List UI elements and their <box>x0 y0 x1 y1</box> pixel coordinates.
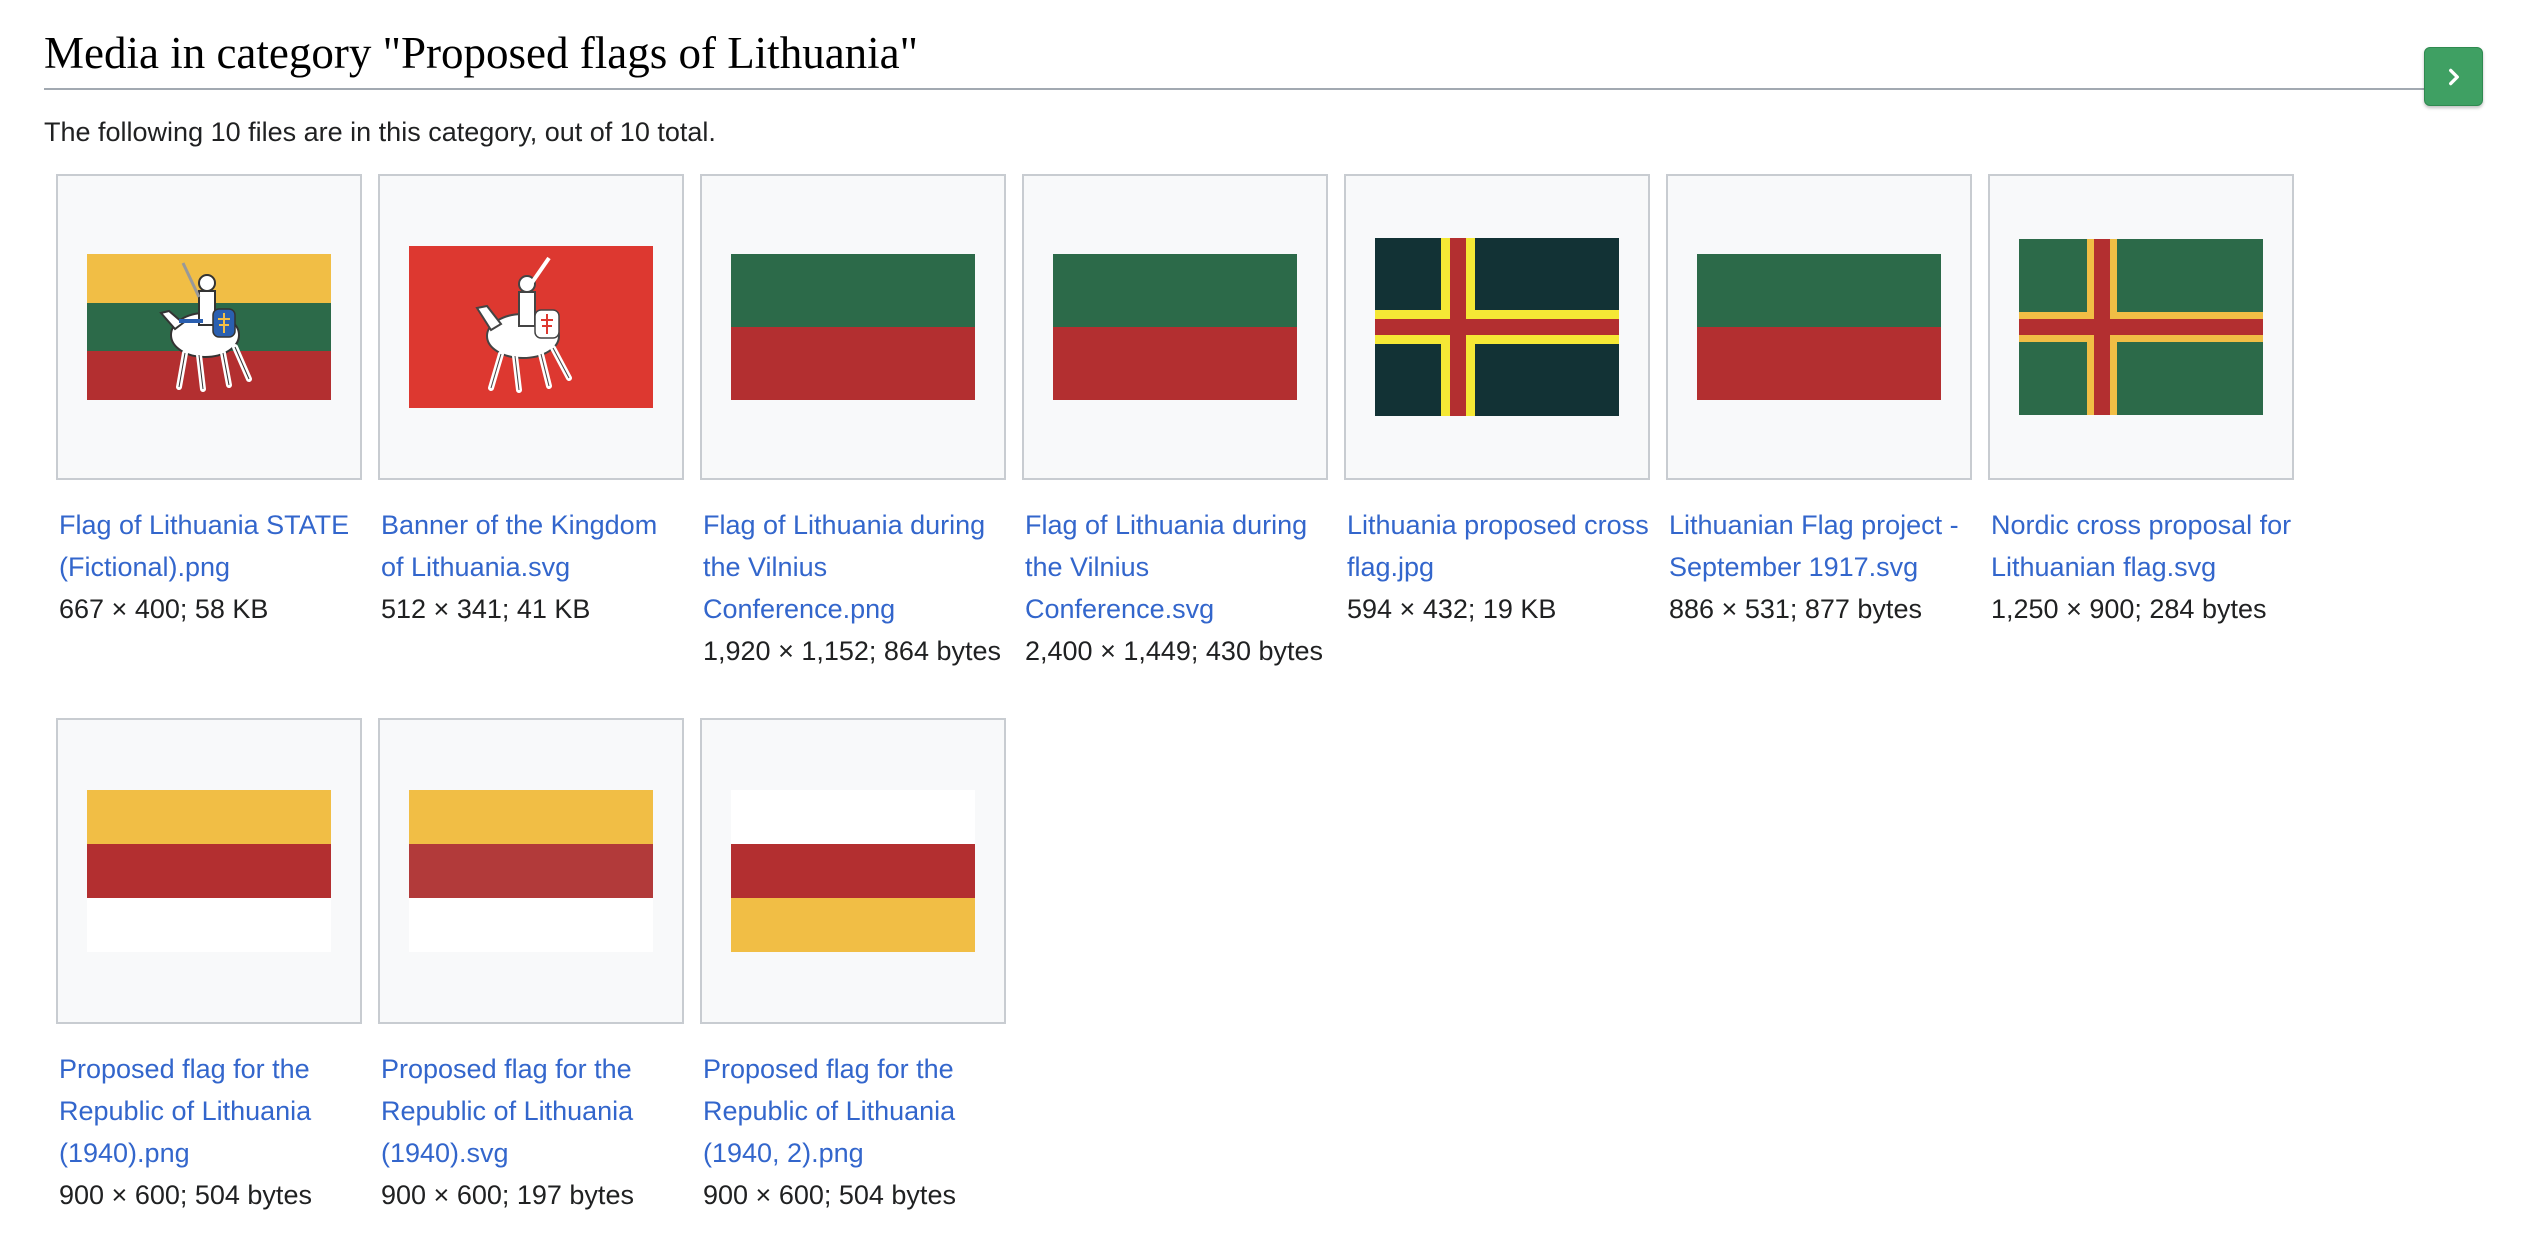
file-link[interactable]: Proposed flag for the Republic of Lithua… <box>381 1048 684 1174</box>
file-thumbnail[interactable] <box>1022 174 1328 480</box>
file-thumbnail[interactable] <box>378 718 684 1024</box>
file-link[interactable]: Proposed flag for the Republic of Lithua… <box>703 1048 1006 1174</box>
gallery-item: Banner of the Kingdom of Lithuania.svg 5… <box>378 174 684 630</box>
flag-vilnius-conference-image <box>1053 254 1297 400</box>
gallery-item: Lithuania proposed cross flag.jpg 594 × … <box>1344 174 1650 630</box>
page-heading: Media in category "Proposed flags of Lit… <box>44 22 2424 90</box>
file-meta: 900 × 600; 197 bytes <box>381 1180 634 1210</box>
proposed-cross-flag-image <box>1375 238 1619 416</box>
flag-vilnius-conference-image <box>731 254 975 400</box>
file-link[interactable]: Flag of Lithuania during the Vilnius Con… <box>703 504 1006 630</box>
gallery-item: Flag of Lithuania during the Vilnius Con… <box>700 174 1006 672</box>
file-link[interactable]: Flag of Lithuania STATE (Fictional).png <box>59 504 362 588</box>
file-link[interactable]: Lithuania proposed cross flag.jpg <box>1347 504 1650 588</box>
file-link[interactable]: Proposed flag for the Republic of Lithua… <box>59 1048 362 1174</box>
file-meta: 667 × 400; 58 KB <box>59 594 269 624</box>
file-meta: 886 × 531; 877 bytes <box>1669 594 1922 624</box>
file-meta: 900 × 600; 504 bytes <box>59 1180 312 1210</box>
banner-kingdom-image <box>409 246 653 408</box>
file-thumbnail[interactable] <box>700 718 1006 1024</box>
file-thumbnail[interactable] <box>378 174 684 480</box>
gallery-item: Proposed flag for the Republic of Lithua… <box>700 718 1006 1216</box>
flag-project-1917-image <box>1697 254 1941 400</box>
file-meta: 1,250 × 900; 284 bytes <box>1991 594 2267 624</box>
file-meta: 1,920 × 1,152; 864 bytes <box>703 636 1001 666</box>
file-link[interactable]: Flag of Lithuania during the Vilnius Con… <box>1025 504 1328 630</box>
gallery-item: Proposed flag for the Republic of Lithua… <box>56 718 362 1216</box>
file-thumbnail[interactable] <box>56 718 362 1024</box>
flag-1940-image <box>409 790 653 952</box>
nordic-cross-flag-image <box>2019 239 2263 415</box>
file-thumbnail[interactable] <box>1344 174 1650 480</box>
next-page-button[interactable] <box>2424 47 2483 106</box>
file-thumbnail[interactable] <box>56 174 362 480</box>
file-link[interactable]: Lithuanian Flag project - September 1917… <box>1669 504 1972 588</box>
file-meta: 900 × 600; 504 bytes <box>703 1180 956 1210</box>
file-thumbnail[interactable] <box>700 174 1006 480</box>
flag-1940-2-image <box>731 790 975 952</box>
file-link[interactable]: Banner of the Kingdom of Lithuania.svg <box>381 504 684 588</box>
file-thumbnail[interactable] <box>1988 174 2294 480</box>
flag-1940-image <box>87 790 331 952</box>
gallery-item: Nordic cross proposal for Lithuanian fla… <box>1988 174 2294 630</box>
gallery-item: Proposed flag for the Republic of Lithua… <box>378 718 684 1216</box>
gallery-item: Flag of Lithuania during the Vilnius Con… <box>1022 174 1328 672</box>
file-meta: 2,400 × 1,449; 430 bytes <box>1025 636 1323 666</box>
file-link[interactable]: Nordic cross proposal for Lithuanian fla… <box>1991 504 2294 588</box>
category-file-count: The following 10 files are in this categ… <box>44 117 716 147</box>
file-meta: 512 × 341; 41 KB <box>381 594 591 624</box>
file-thumbnail[interactable] <box>1666 174 1972 480</box>
chevron-right-icon <box>2448 68 2459 85</box>
file-meta: 594 × 432; 19 KB <box>1347 594 1557 624</box>
gallery-item: Lithuanian Flag project - September 1917… <box>1666 174 1972 630</box>
gallery-item: Flag of Lithuania STATE (Fictional).png … <box>56 174 362 630</box>
flag-lithuania-state-image <box>87 254 331 400</box>
page-title: Media in category "Proposed flags of Lit… <box>44 28 919 78</box>
